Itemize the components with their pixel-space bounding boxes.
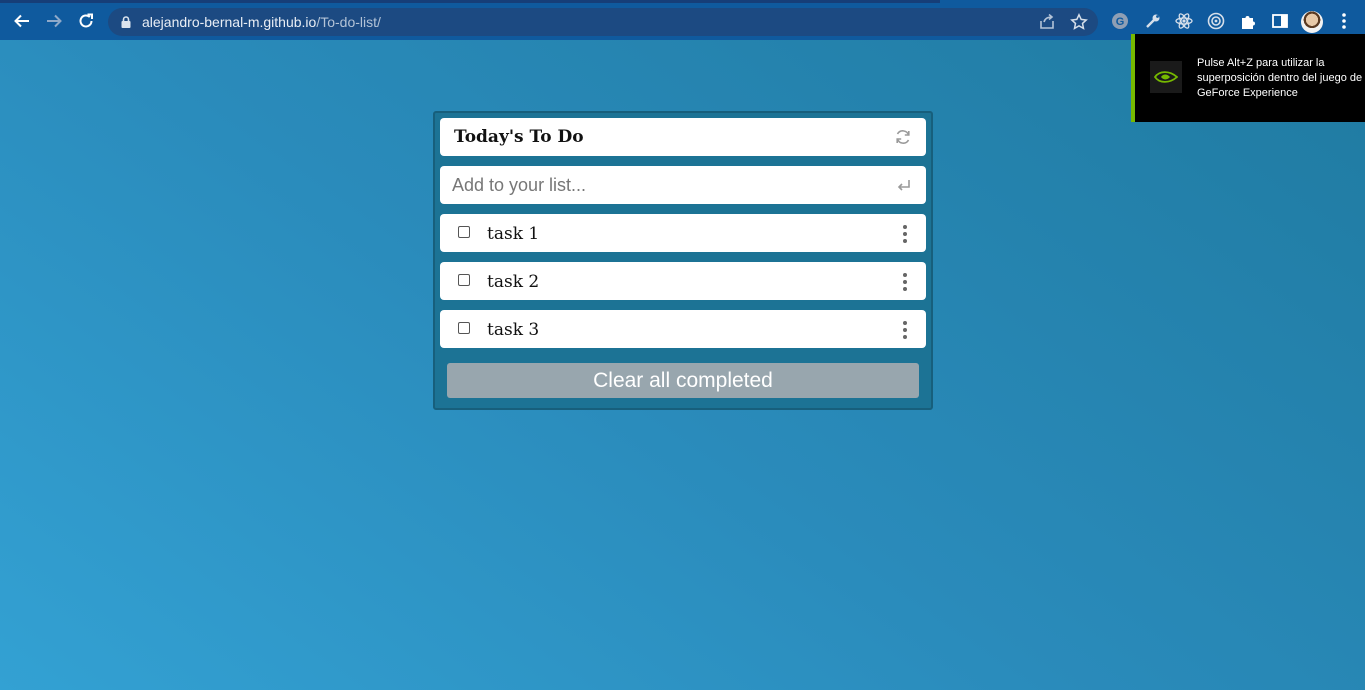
wrench-extension[interactable] (1143, 11, 1163, 31)
url-path: /To-do-list/ (316, 14, 381, 30)
nvidia-eye-icon (1154, 71, 1178, 83)
grammarly-extension[interactable]: G (1110, 11, 1130, 31)
react-devtools-extension[interactable] (1174, 11, 1194, 31)
forward-arrow-icon (47, 14, 62, 28)
task-label[interactable]: task 3 (487, 320, 539, 340)
task-label[interactable]: task 2 (487, 272, 539, 292)
task-menu-icon[interactable] (900, 272, 910, 292)
lock-icon (121, 16, 131, 28)
enter-icon[interactable] (896, 177, 912, 193)
add-task-form (440, 166, 926, 204)
task-checkbox[interactable] (458, 322, 470, 334)
back-button[interactable] (10, 9, 34, 33)
target-extension[interactable] (1206, 11, 1226, 31)
kebab-menu-icon (1342, 13, 1346, 29)
task-checkbox[interactable] (458, 274, 470, 286)
avatar[interactable] (1301, 11, 1323, 33)
clear-completed-button[interactable]: Clear all completed (447, 363, 919, 398)
address-bar[interactable]: alejandro-bernal-m.github.io/To-do-list/ (108, 8, 1098, 36)
geforce-overlay-notification: Pulse Alt+Z para utilizar la superposici… (1131, 34, 1365, 122)
react-icon (1175, 13, 1193, 29)
wrench-icon (1146, 14, 1160, 28)
task-item[interactable]: task 2 (440, 262, 926, 300)
target-icon (1207, 12, 1225, 30)
overlay-message: Pulse Alt+Z para utilizar la superposici… (1197, 57, 1363, 99)
todo-header: Today's To Do (440, 118, 926, 156)
task-menu-icon[interactable] (900, 320, 910, 340)
forward-button[interactable] (42, 9, 66, 33)
task-checkbox[interactable] (458, 226, 470, 238)
share-icon[interactable] (1038, 13, 1056, 31)
url-host: alejandro-bernal-m.github.io (142, 14, 317, 30)
todo-app: Today's To Do task 1 task 2 task 3 Clear… (433, 111, 933, 410)
back-arrow-icon (14, 14, 29, 28)
reload-button[interactable] (74, 9, 98, 33)
side-panel-icon (1272, 14, 1288, 28)
side-panel-button[interactable] (1270, 11, 1290, 31)
add-task-input[interactable] (440, 166, 882, 204)
task-item[interactable]: task 3 (440, 310, 926, 348)
browser-menu-button[interactable] (1334, 11, 1354, 31)
svg-text:G: G (1116, 16, 1125, 28)
reload-icon (79, 13, 93, 28)
task-label[interactable]: task 1 (487, 224, 539, 244)
task-menu-icon[interactable] (900, 224, 910, 244)
grammarly-icon: G (1112, 13, 1128, 29)
puzzle-icon (1242, 16, 1255, 29)
refresh-icon[interactable] (894, 128, 912, 146)
page-title: Today's To Do (454, 127, 584, 147)
url-text[interactable]: alejandro-bernal-m.github.io/To-do-list/ (142, 14, 381, 30)
star-icon[interactable] (1070, 13, 1088, 31)
extensions-button[interactable] (1238, 11, 1258, 31)
nvidia-logo (1150, 61, 1182, 93)
tab-strip-edge (940, 0, 1365, 3)
tab-strip (0, 0, 940, 3)
task-item[interactable]: task 1 (440, 214, 926, 252)
